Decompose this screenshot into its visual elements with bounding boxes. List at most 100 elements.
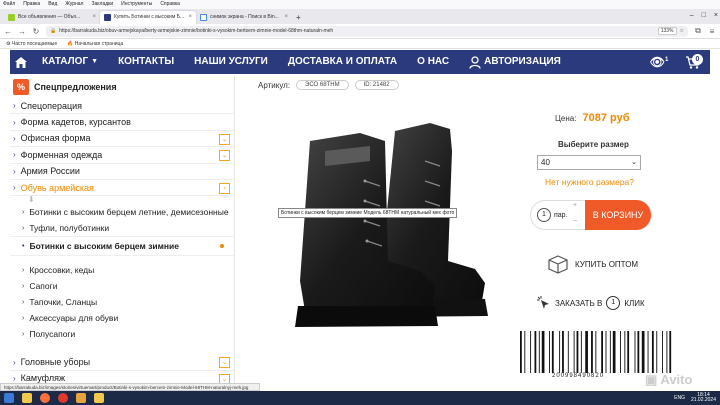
nav-catalog[interactable]: КАТАЛОГ ▼ xyxy=(32,50,108,74)
start-icon[interactable] xyxy=(4,393,14,403)
maximize-icon[interactable]: □ xyxy=(702,9,706,22)
size-select[interactable]: 40 ⌄ xyxy=(537,155,641,170)
nav-services[interactable]: НАШИ УСЛУГИ xyxy=(184,50,278,74)
category-label: Форма кадетов, курсантов xyxy=(20,117,131,128)
app-icon[interactable] xyxy=(76,393,86,403)
menu-item[interactable]: Справка xyxy=(160,0,180,9)
category-sidebar: % Спецпредложения › Спецоперация › Форма ка… xyxy=(10,76,235,386)
special-offers-link[interactable]: % Спецпредложения xyxy=(10,76,234,98)
chevron-down-icon: ⌄ xyxy=(631,159,637,166)
chevron-down-icon[interactable]: ⌄ xyxy=(219,357,230,369)
close-tab-icon[interactable]: × xyxy=(188,11,192,24)
browser-menu-bar: Файл Правка Вид Журнал Закладки Инструменты Сп… xyxy=(0,0,720,9)
category-label: Камуфляж xyxy=(20,373,65,384)
close-tab-icon[interactable]: × xyxy=(92,11,96,24)
sidebar-category[interactable]: › Обувь армейская ‹ xyxy=(10,180,234,197)
chevron-down-icon[interactable]: ⌄ xyxy=(219,150,230,162)
new-tab-button[interactable]: + xyxy=(292,11,306,24)
id-chip: ID: 21482 xyxy=(354,80,399,90)
tab-title: снимок экрана - Поиск в Bin... xyxy=(210,14,279,20)
sidebar-category[interactable]: › Армия России xyxy=(10,164,234,180)
product-image[interactable] xyxy=(270,111,510,346)
one-click-order-button[interactable]: ЗАКАЗАТЬ В 1 КЛИК xyxy=(537,296,645,310)
plus-icon[interactable]: + xyxy=(573,202,577,209)
tab-title: Все объявления — Объя... xyxy=(18,14,81,20)
menu-item[interactable]: Вид xyxy=(48,0,57,9)
sub-item-active[interactable]: • Ботинки с высоким берцем зимние xyxy=(10,236,234,257)
back-icon[interactable]: ← xyxy=(4,27,12,36)
zoom-level[interactable]: 133% xyxy=(657,27,677,35)
minimize-icon[interactable]: – xyxy=(690,9,694,22)
forward-icon[interactable]: → xyxy=(18,27,26,36)
explorer-icon[interactable] xyxy=(22,393,32,403)
browser-tab-0[interactable]: Все объявления — Объя... × xyxy=(4,11,100,24)
minus-icon[interactable]: − xyxy=(573,218,577,225)
active-dot-icon xyxy=(220,244,224,249)
folder-icon[interactable] xyxy=(94,393,104,403)
sidebar-category[interactable]: › Форма кадетов, курсантов xyxy=(10,114,234,131)
opera-icon[interactable] xyxy=(58,393,68,403)
tab-favicon xyxy=(200,14,207,21)
nav-contacts[interactable]: КОНТАКТЫ xyxy=(108,50,184,74)
box-icon xyxy=(548,255,568,274)
sub-item[interactable]: › Кроссовки, кеды xyxy=(10,262,234,278)
language-indicator[interactable]: ENG xyxy=(674,395,685,401)
add-to-cart-button[interactable]: В КОРЗИНУ xyxy=(585,200,651,230)
reload-icon[interactable]: ↻ xyxy=(32,27,40,36)
menu-item[interactable]: Журнал xyxy=(65,0,83,9)
nav-login[interactable]: АВТОРИЗАЦИЯ xyxy=(459,50,571,74)
nav-label: КАТАЛОГ xyxy=(42,56,89,67)
quantity-value[interactable]: 1 xyxy=(537,208,551,222)
nav-delivery[interactable]: ДОСТАВКА И ОПЛАТА xyxy=(278,50,407,74)
sub-item[interactable]: › Туфли, полуботинки xyxy=(10,220,234,236)
browser-tab-2[interactable]: снимок экрана - Поиск в Bin... × xyxy=(196,11,292,24)
menu-icon[interactable]: ≡ xyxy=(708,27,716,36)
sub-item[interactable]: › Аксессуары для обуви xyxy=(10,310,234,326)
browser-tab-1[interactable]: Купить Ботинки с высоким Б... × xyxy=(100,11,196,24)
close-window-icon[interactable]: × xyxy=(714,9,718,22)
menu-item[interactable]: Закладки xyxy=(91,0,113,9)
eye-icon[interactable]: 👁1 xyxy=(642,55,676,69)
sidebar-category[interactable]: › Спецоперация xyxy=(10,98,234,115)
wholesale-button[interactable]: КУПИТЬ ОПТОМ xyxy=(547,254,638,274)
menu-item[interactable]: Файл xyxy=(3,0,15,9)
extensions-icon[interactable]: ⧉ xyxy=(694,26,702,36)
sub-item[interactable]: › Сапоги xyxy=(10,278,234,294)
avito-watermark: ▣ Avito xyxy=(645,372,693,387)
close-tab-icon[interactable]: × xyxy=(284,11,288,24)
home-icon[interactable] xyxy=(10,50,32,74)
image-tooltip: Ботинки с высоким берцем зимние Модель 6… xyxy=(278,208,458,218)
bullet-icon: › xyxy=(13,183,16,193)
bullet-icon: › xyxy=(22,208,25,216)
tab-favicon xyxy=(104,14,111,21)
bookmark-star-icon[interactable]: ☆ xyxy=(680,28,684,34)
sub-item[interactable]: › Полусапоги xyxy=(10,326,234,342)
barcode-image xyxy=(520,331,672,373)
bullet-icon: › xyxy=(13,150,16,160)
sidebar-category[interactable]: › Головные уборы ⌄ xyxy=(10,354,234,371)
bookmark-frequent[interactable]: ⚙ Часто посещаемые xyxy=(6,39,57,48)
address-bar[interactable]: 🔒 https://barrakuda.biz/obuv-armejskaya/… xyxy=(46,25,688,37)
bookmark-home[interactable]: 🔥 Начальная страница xyxy=(67,39,123,48)
chevron-left-icon[interactable]: ‹ xyxy=(219,182,230,194)
sub-item[interactable]: › Ботинки с высоким берцем летние, демисе… xyxy=(10,204,234,220)
menu-item[interactable]: Правка xyxy=(23,0,40,9)
chevron-down-icon[interactable]: ⌄ xyxy=(219,133,230,145)
no-size-link[interactable]: Нет нужного размера? xyxy=(545,177,634,187)
special-offers-label: Спецпредложения xyxy=(34,82,117,92)
nav-label: АВТОРИЗАЦИЯ xyxy=(484,56,561,67)
sidebar-category[interactable]: › Форменная одежда ⌄ xyxy=(10,147,234,164)
sidebar-category[interactable]: › Офисная форма ⌄ xyxy=(10,131,234,148)
lock-icon: 🔒 xyxy=(50,28,57,34)
down-arrow-icon: ⬇ xyxy=(28,195,35,205)
wholesale-label: КУПИТЬ ОПТОМ xyxy=(575,259,639,269)
bullet-icon: › xyxy=(13,357,16,367)
firefox-icon[interactable] xyxy=(40,393,50,403)
cart-button[interactable]: 0 xyxy=(676,50,710,74)
quantity-unit: пар. xyxy=(554,211,568,219)
nav-about[interactable]: О НАС xyxy=(407,50,459,74)
clock[interactable]: 18:14 21.02.2024 xyxy=(691,392,716,404)
bullet-icon: • xyxy=(22,242,25,250)
sub-item[interactable]: › Тапочки, Сланцы xyxy=(10,294,234,310)
menu-item[interactable]: Инструменты xyxy=(121,0,152,9)
